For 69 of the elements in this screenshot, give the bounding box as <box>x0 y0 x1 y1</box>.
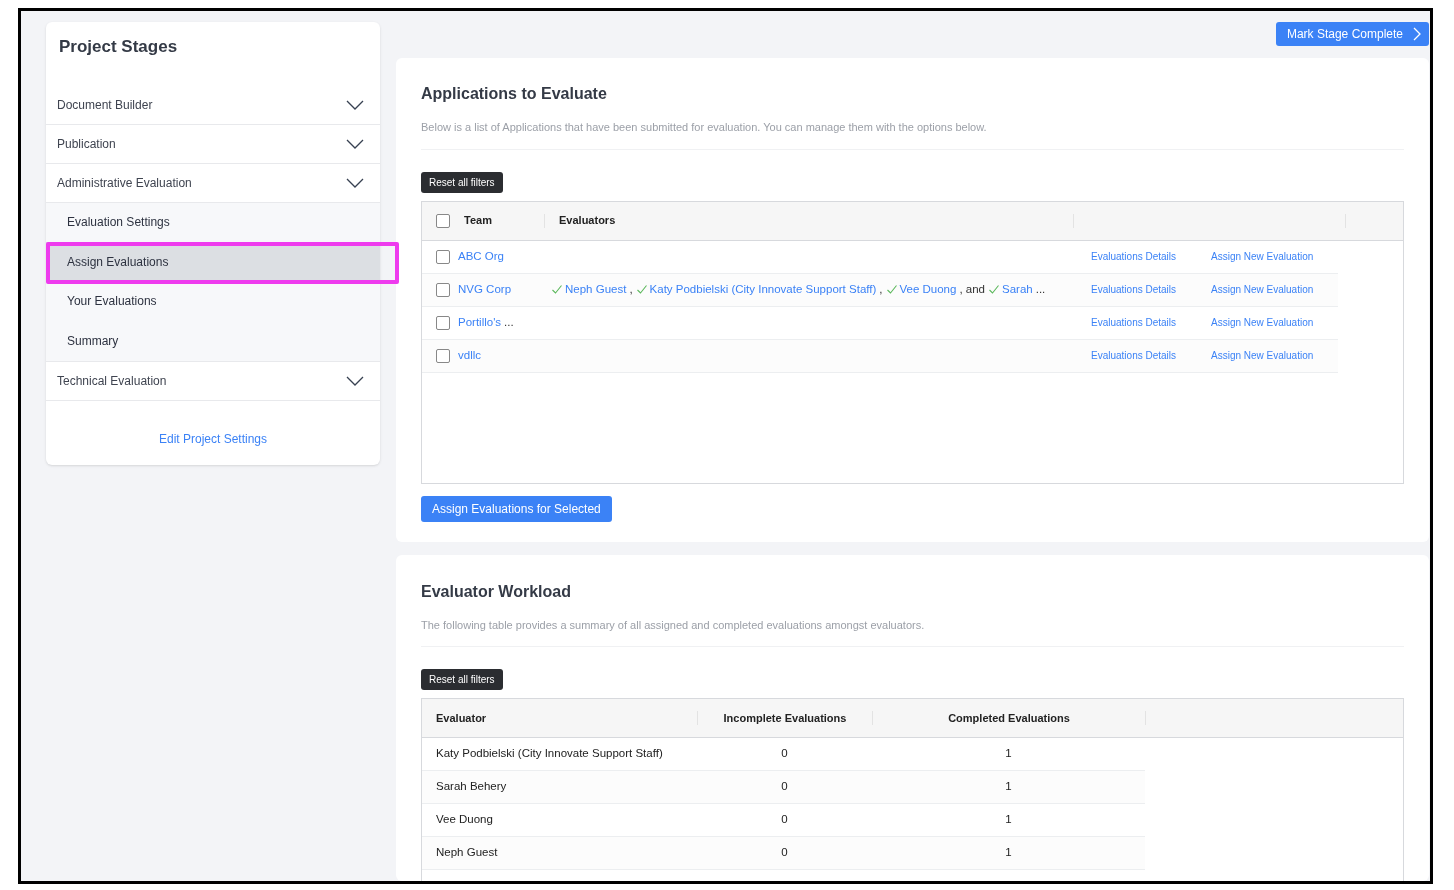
column-header[interactable]: Incomplete Evaluations <box>698 709 872 727</box>
section-description: The following table provides a summary of all assigned and completed evaluations amongst evaluators. <box>421 616 1404 647</box>
edit-settings-link[interactable]: Edit Project Settings <box>158 430 268 448</box>
details-link[interactable]: Evaluations Details <box>1091 348 1211 363</box>
evaluator-cell-text: Katy Podbielski (City Innovate Support Staff) <box>435 746 664 762</box>
evaluator-cell-text: Vee Duong <box>435 812 494 828</box>
team-link[interactable]: ABC Org <box>458 247 504 266</box>
reset-filters-button[interactable]: Reset all filters <box>421 669 503 690</box>
completed-count: 1 <box>1004 746 1013 762</box>
mark-complete-button[interactable]: Mark Stage Complete <box>1275 22 1429 46</box>
section-description: Below is a list of Applications that have been submitted for evaluation. You can manage them with the options below. <box>421 119 1404 150</box>
team-link[interactable]: vdllc <box>458 346 481 365</box>
stage-label: Publication <box>57 135 116 153</box>
completed-count: 1 <box>1004 845 1013 861</box>
checkbox[interactable] <box>436 249 450 264</box>
sidebar-title: Project Stages <box>58 36 179 58</box>
stage-accordion-header[interactable]: Publication <box>46 124 380 164</box>
stage-label: Technical Evaluation <box>57 372 167 390</box>
evaluator-link[interactable]: Katy Podbielski (City Innovate Support Staff) <box>649 280 877 299</box>
assign-link[interactable]: Assign New Evaluation <box>1211 249 1314 264</box>
separator-text: , <box>879 281 883 297</box>
evaluator-link[interactable]: Neph Guest <box>565 280 627 299</box>
evaluator-cell-text: Sarah Behery <box>435 779 508 795</box>
section-title: Applications to Evaluate <box>421 84 608 104</box>
completed-count: 1 <box>1004 779 1013 795</box>
evaluator-link[interactable]: Vee Duong <box>899 280 957 299</box>
column-header[interactable]: Team <box>464 212 544 229</box>
checkbox[interactable] <box>436 315 450 330</box>
details-link[interactable]: Evaluations Details <box>1091 282 1211 297</box>
chevron-down-icon <box>346 177 364 188</box>
assign-link[interactable]: Assign New Evaluation <box>1211 348 1314 363</box>
chevron-down-icon <box>346 99 364 110</box>
checkbox[interactable] <box>436 348 450 363</box>
stage-accordion-header[interactable]: Administrative Evaluation <box>46 163 380 203</box>
reset-filters-button[interactable]: Reset all filters <box>421 171 503 193</box>
assign-link[interactable]: Assign New Evaluation <box>1211 282 1314 297</box>
incomplete-count: 0 <box>780 812 789 828</box>
assign-link[interactable]: Assign New Evaluation <box>1211 315 1314 330</box>
section-title: Evaluator Workload <box>421 581 572 602</box>
incomplete-count: 0 <box>780 746 789 762</box>
separator-text: , <box>629 281 633 297</box>
stage-subitem[interactable]: Evaluation Settings <box>46 202 380 242</box>
team-link[interactable]: NVG Corp <box>458 280 512 299</box>
chevron-right-icon <box>1413 27 1421 41</box>
separator-text: , and <box>959 281 985 297</box>
incomplete-count: 0 <box>780 845 789 861</box>
completed-count: 1 <box>1004 812 1013 828</box>
checkbox[interactable] <box>436 282 450 297</box>
evaluator-cell-text: Neph Guest <box>435 845 499 861</box>
details-link[interactable]: Evaluations Details <box>1091 249 1211 264</box>
evaluator-link[interactable]: Sarah <box>1002 280 1033 299</box>
ellipsis-text: ... <box>504 314 514 330</box>
incomplete-count: 0 <box>780 779 789 795</box>
separator-text: ... <box>1035 281 1046 297</box>
column-header[interactable]: Evaluators <box>559 212 1073 229</box>
chevron-down-icon <box>346 138 364 149</box>
chevron-down-icon <box>346 375 364 386</box>
stage-subitem[interactable]: Your Evaluations <box>46 281 380 321</box>
stage-accordion-header[interactable]: Technical Evaluation <box>46 361 380 401</box>
column-header[interactable]: Completed Evaluations <box>873 709 1145 727</box>
stage-subitem[interactable]: Summary <box>46 321 380 361</box>
stage-accordion-header[interactable]: Document Builder <box>46 85 380 125</box>
team-link[interactable]: Portillo's <box>458 313 502 332</box>
checkbox[interactable] <box>436 213 450 228</box>
details-link[interactable]: Evaluations Details <box>1091 315 1211 330</box>
stage-label: Document Builder <box>57 96 153 114</box>
stage-label: Administrative Evaluation <box>57 174 192 192</box>
assign-selected-button[interactable]: Assign Evaluations for Selected <box>421 495 612 522</box>
column-header[interactable]: Evaluator <box>422 709 697 727</box>
